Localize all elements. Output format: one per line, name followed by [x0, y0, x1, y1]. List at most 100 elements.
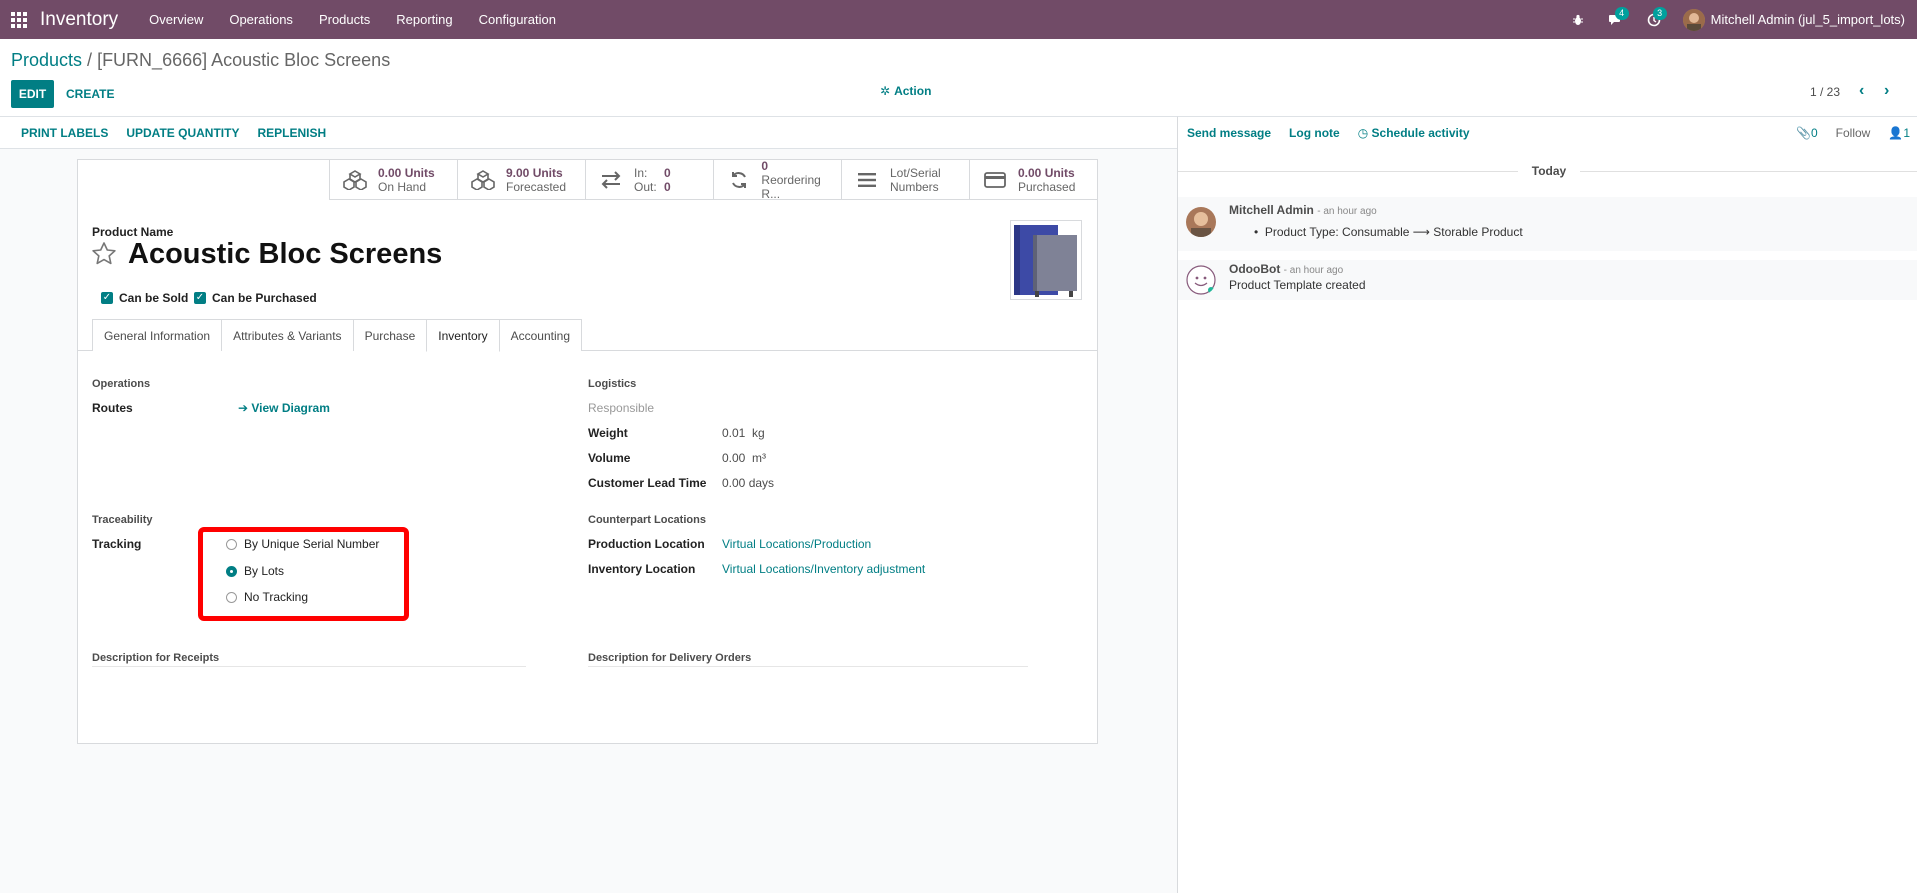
form-statusbar: PRINT LABELS UPDATE QUANTITY REPLENISH [0, 117, 1177, 149]
top-navbar: Inventory Overview Operations Products R… [0, 0, 1917, 39]
product-title: Acoustic Bloc Screens [128, 238, 443, 270]
paperclip-icon: 📎 [1796, 126, 1811, 140]
action-label: Action [894, 84, 932, 98]
product-name-label: Product Name [92, 225, 174, 239]
view-diagram-link[interactable]: ➔ View Diagram [238, 401, 330, 415]
desc-delivery-field[interactable] [588, 666, 1028, 667]
on-hand-value: 0.00 Units [378, 166, 435, 180]
menu-operations[interactable]: Operations [216, 0, 306, 39]
can-be-sold-label: Can be Sold [119, 291, 189, 305]
send-message-button[interactable]: Send message [1178, 126, 1280, 140]
on-hand-label: On Hand [378, 180, 427, 194]
radio-serial[interactable] [226, 538, 237, 550]
lot-serial-line2: Numbers [890, 180, 939, 194]
reordering-value: 0 [761, 159, 769, 173]
operations-group-title: Operations [92, 378, 151, 390]
volume-value: 0.00 m³ [722, 451, 767, 465]
in-label: In: [634, 166, 648, 180]
attachments-button[interactable]: 📎0 [1796, 126, 1818, 140]
arrow-right-icon: ⟶ [1412, 225, 1430, 239]
breadcrumb-current: [FURN_6666] Acoustic Bloc Screens [97, 50, 391, 70]
reordering-rules-button[interactable]: 0 Reordering R... [713, 159, 841, 201]
print-labels-button[interactable]: PRINT LABELS [12, 126, 117, 140]
radio-lots[interactable] [226, 565, 237, 577]
can-be-purchased-checkbox[interactable]: ✓ [194, 292, 206, 304]
pager-value[interactable]: 1 / 23 [1810, 85, 1840, 99]
tracking-option-none[interactable]: No Tracking [226, 590, 308, 604]
create-button[interactable]: CREATE [58, 80, 122, 108]
schedule-activity-button[interactable]: ◷ Schedule activity [1349, 126, 1479, 140]
menu-products[interactable]: Products [306, 0, 383, 39]
form-view: PRINT LABELS UPDATE QUANTITY REPLENISH 0… [0, 116, 1177, 893]
purchased-value: 0.00 Units [1018, 166, 1075, 180]
weight-label: Weight [588, 426, 628, 440]
desc-receipts-field[interactable] [92, 666, 526, 667]
tab-attributes-variants[interactable]: Attributes & Variants [221, 319, 354, 351]
update-quantity-button[interactable]: UPDATE QUANTITY [117, 126, 248, 140]
forecasted-value: 9.00 Units [506, 166, 563, 180]
purchased-label: Purchased [1018, 180, 1076, 194]
menu-configuration[interactable]: Configuration [466, 0, 569, 39]
message-author-avatar[interactable] [1186, 207, 1216, 237]
menu-reporting[interactable]: Reporting [383, 0, 465, 39]
notebook-tabs: General Information Attributes & Variant… [92, 319, 582, 352]
lot-serial-button[interactable]: Lot/Serial Numbers [841, 160, 969, 200]
tab-purchase[interactable]: Purchase [352, 319, 428, 351]
lot-serial-line1: Lot/Serial [890, 166, 941, 180]
list-bars-icon [854, 169, 880, 191]
tracking-label: Tracking [92, 537, 142, 551]
tracking-option-serial[interactable]: By Unique Serial Number [226, 537, 379, 551]
can-be-sold-checkbox[interactable]: ✓ [101, 292, 113, 304]
message-date: - an hour ago [1283, 265, 1344, 276]
menu-overview[interactable]: Overview [136, 0, 216, 39]
on-hand-button[interactable]: 0.00 Units On Hand [329, 160, 457, 200]
production-location-link[interactable]: Virtual Locations/Production [722, 537, 871, 551]
forecasted-button[interactable]: 9.00 Units Forecasted [457, 160, 585, 200]
can-be-purchased-option[interactable]: ✓ Can be Purchased [194, 291, 317, 305]
tracking-option-lots[interactable]: By Lots [226, 564, 284, 578]
log-note-button[interactable]: Log note [1280, 126, 1349, 140]
view-diagram-label: View Diagram [251, 401, 330, 415]
message-author[interactable]: OdooBot - an hour ago [1229, 262, 1343, 276]
product-image[interactable] [1010, 220, 1082, 300]
chatter-topbar: Send message Log note ◷ Schedule activit… [1178, 117, 1917, 149]
followers-button[interactable]: 👤1 [1888, 126, 1910, 140]
inventory-location-link[interactable]: Virtual Locations/Inventory adjustment [722, 562, 925, 576]
cubes-icon [470, 169, 496, 191]
user-menu[interactable]: Mitchell Admin (jul_5_import_lots) [1673, 0, 1917, 39]
followers-count: 1 [1903, 126, 1910, 140]
in-out-button[interactable]: In: 0 Out: 0 [585, 160, 713, 200]
action-menu-button[interactable]: ✲ Action [880, 84, 931, 98]
user-avatar [1682, 8, 1705, 31]
radio-none[interactable] [226, 591, 237, 603]
tab-general-information[interactable]: General Information [92, 319, 223, 351]
lead-time-value: 0.00 days [722, 476, 775, 490]
apps-menu-icon[interactable] [0, 0, 38, 39]
pager-previous-icon[interactable]: ‹ [1859, 83, 1864, 99]
desc-receipts-title: Description for Receipts [92, 652, 220, 664]
message-author[interactable]: Mitchell Admin - an hour ago [1229, 203, 1377, 217]
tab-inventory[interactable]: Inventory [426, 319, 500, 352]
odoobot-avatar[interactable] [1186, 265, 1216, 295]
app-brand[interactable]: Inventory [40, 9, 118, 31]
out-label: Out: [634, 180, 657, 194]
debug-bug-icon[interactable] [1559, 0, 1597, 39]
weight-unit: kg [752, 426, 765, 440]
edit-button[interactable]: EDIT [11, 80, 54, 108]
breadcrumb-products-link[interactable]: Products [11, 50, 82, 70]
messages-icon[interactable]: 4 [1597, 0, 1635, 39]
user-name: Mitchell Admin (jul_5_import_lots) [1710, 12, 1905, 27]
follow-button[interactable]: Follow [1836, 126, 1871, 140]
favorite-star-icon[interactable] [91, 241, 117, 267]
credit-card-icon [982, 169, 1008, 191]
activities-clock-icon[interactable]: 3 [1635, 0, 1673, 39]
pager-next-icon[interactable]: › [1884, 83, 1889, 99]
replenish-button[interactable]: REPLENISH [248, 126, 335, 140]
tab-accounting[interactable]: Accounting [498, 319, 582, 351]
attachments-count: 0 [1810, 126, 1818, 140]
purchased-button[interactable]: 0.00 Units Purchased [969, 160, 1097, 200]
chatter-message: Mitchell Admin - an hour ago • Product T… [1178, 197, 1917, 251]
smart-button-box: 0.00 Units On Hand 9.00 Units Forecasted [329, 159, 1097, 201]
can-be-sold-option[interactable]: ✓ Can be Sold [101, 291, 188, 305]
exchange-arrows-icon [598, 169, 624, 191]
